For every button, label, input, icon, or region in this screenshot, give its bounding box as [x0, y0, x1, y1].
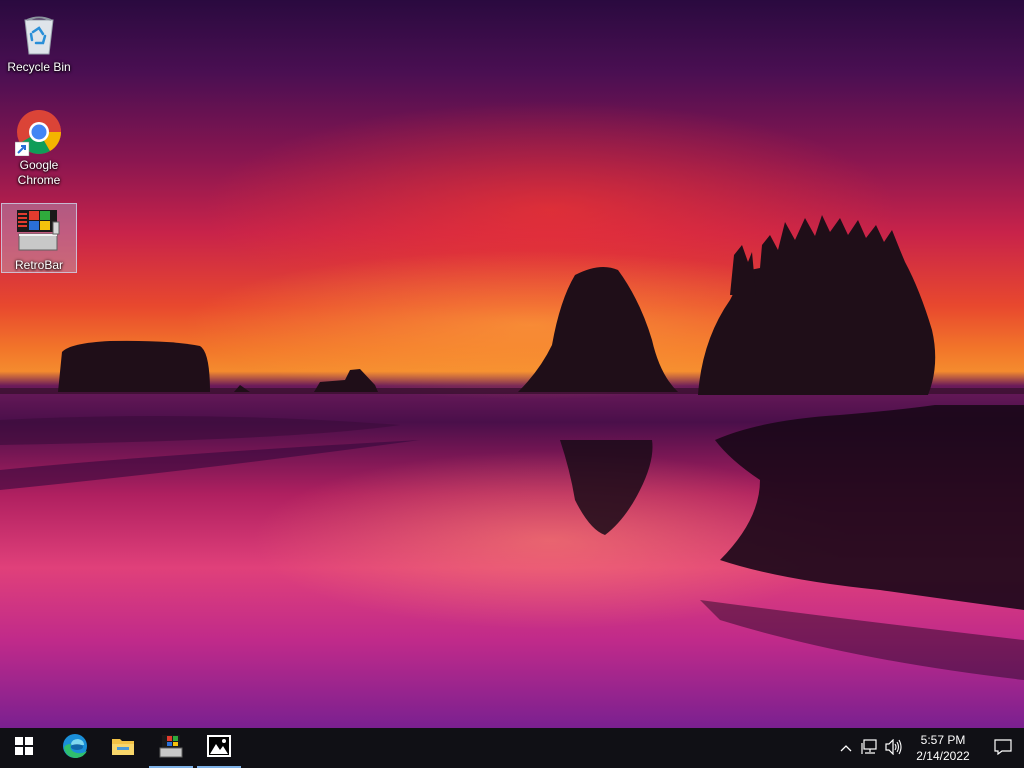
- edge-icon: [62, 733, 88, 764]
- chevron-up-icon: [840, 741, 852, 755]
- desktop-icon-retrobar[interactable]: RetroBar: [1, 203, 77, 273]
- clock-time: 5:57 PM: [920, 733, 966, 747]
- recycle-bin-icon: [15, 10, 63, 58]
- start-button[interactable]: [0, 728, 48, 768]
- taskbar-retrobar-button[interactable]: [147, 728, 195, 768]
- taskbar-file-explorer-button[interactable]: [99, 728, 147, 768]
- chrome-icon: [14, 108, 63, 157]
- volume-button[interactable]: [882, 728, 906, 768]
- taskbar-edge-button[interactable]: [51, 728, 99, 768]
- wallpaper-silhouettes: [0, 215, 1024, 680]
- taskbar: 5:57 PM 2/14/2022: [0, 728, 1024, 768]
- desktop-icon-recycle-bin[interactable]: Recycle Bin: [1, 6, 77, 78]
- image-icon: [207, 734, 231, 762]
- desktop-icon-google-chrome[interactable]: Google Chrome: [1, 104, 77, 188]
- taskbar-photos-button[interactable]: [195, 728, 243, 768]
- network-icon: [861, 738, 879, 758]
- speaker-icon: [885, 738, 903, 758]
- notification-icon: [994, 738, 1012, 758]
- desktop-icon-label: Recycle Bin: [7, 60, 71, 74]
- desktop[interactable]: Recycle Bin Google Chrome RetroBar: [0, 0, 1024, 728]
- system-tray: 5:57 PM 2/14/2022: [834, 728, 1024, 768]
- desktop-icon-label: Google Chrome: [17, 158, 61, 187]
- network-button[interactable]: [858, 728, 882, 768]
- clock[interactable]: 5:57 PM 2/14/2022: [910, 732, 976, 764]
- action-center-button[interactable]: [982, 728, 1024, 768]
- show-hidden-icons-button[interactable]: [834, 728, 858, 768]
- clock-date: 2/14/2022: [916, 749, 970, 763]
- retrobar-icon: [158, 733, 184, 764]
- folder-icon: [111, 736, 135, 761]
- retrobar-icon: [15, 208, 63, 256]
- desktop-icon-label: RetroBar: [14, 258, 64, 272]
- windows-logo-icon: [15, 736, 33, 760]
